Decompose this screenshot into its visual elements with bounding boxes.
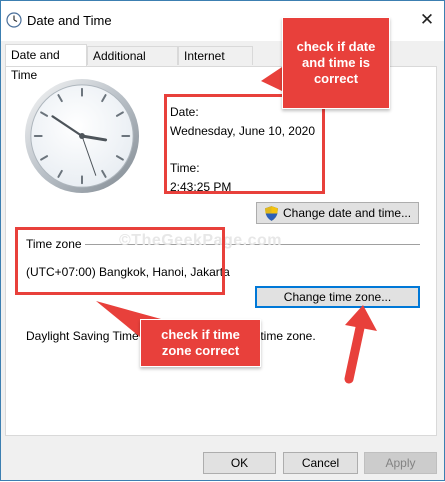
date-time-callout: check if date and time is correct [282,17,390,109]
date-time-highlight-box [164,94,325,194]
change-date-time-button[interactable]: Change date and time... [256,202,419,224]
change-time-zone-button[interactable]: Change time zone... [255,286,420,308]
ok-button[interactable]: OK [203,452,276,474]
uac-shield-icon [265,206,278,221]
cancel-button[interactable]: Cancel [283,452,358,474]
tab-internet-time[interactable]: Internet Time [178,46,253,82]
close-button[interactable]: ✕ [418,11,436,29]
time-zone-callout: check if time zone correct [140,319,261,367]
tab-additional-clocks[interactable]: Additional Clocks [87,46,178,82]
clock-icon [6,12,22,28]
apply-button[interactable]: Apply [364,452,437,474]
tab-date-and-time[interactable]: Date and Time [5,44,87,82]
analog-clock-icon [24,78,140,194]
window-title: Date and Time [27,13,112,28]
time-zone-highlight-box [15,227,225,295]
date-time-dialog: Date and Time ✕ Date and Time Additional… [0,0,445,481]
dst-text-left: Daylight Saving Time [26,329,139,343]
change-date-time-label: Change date and time... [283,206,412,220]
